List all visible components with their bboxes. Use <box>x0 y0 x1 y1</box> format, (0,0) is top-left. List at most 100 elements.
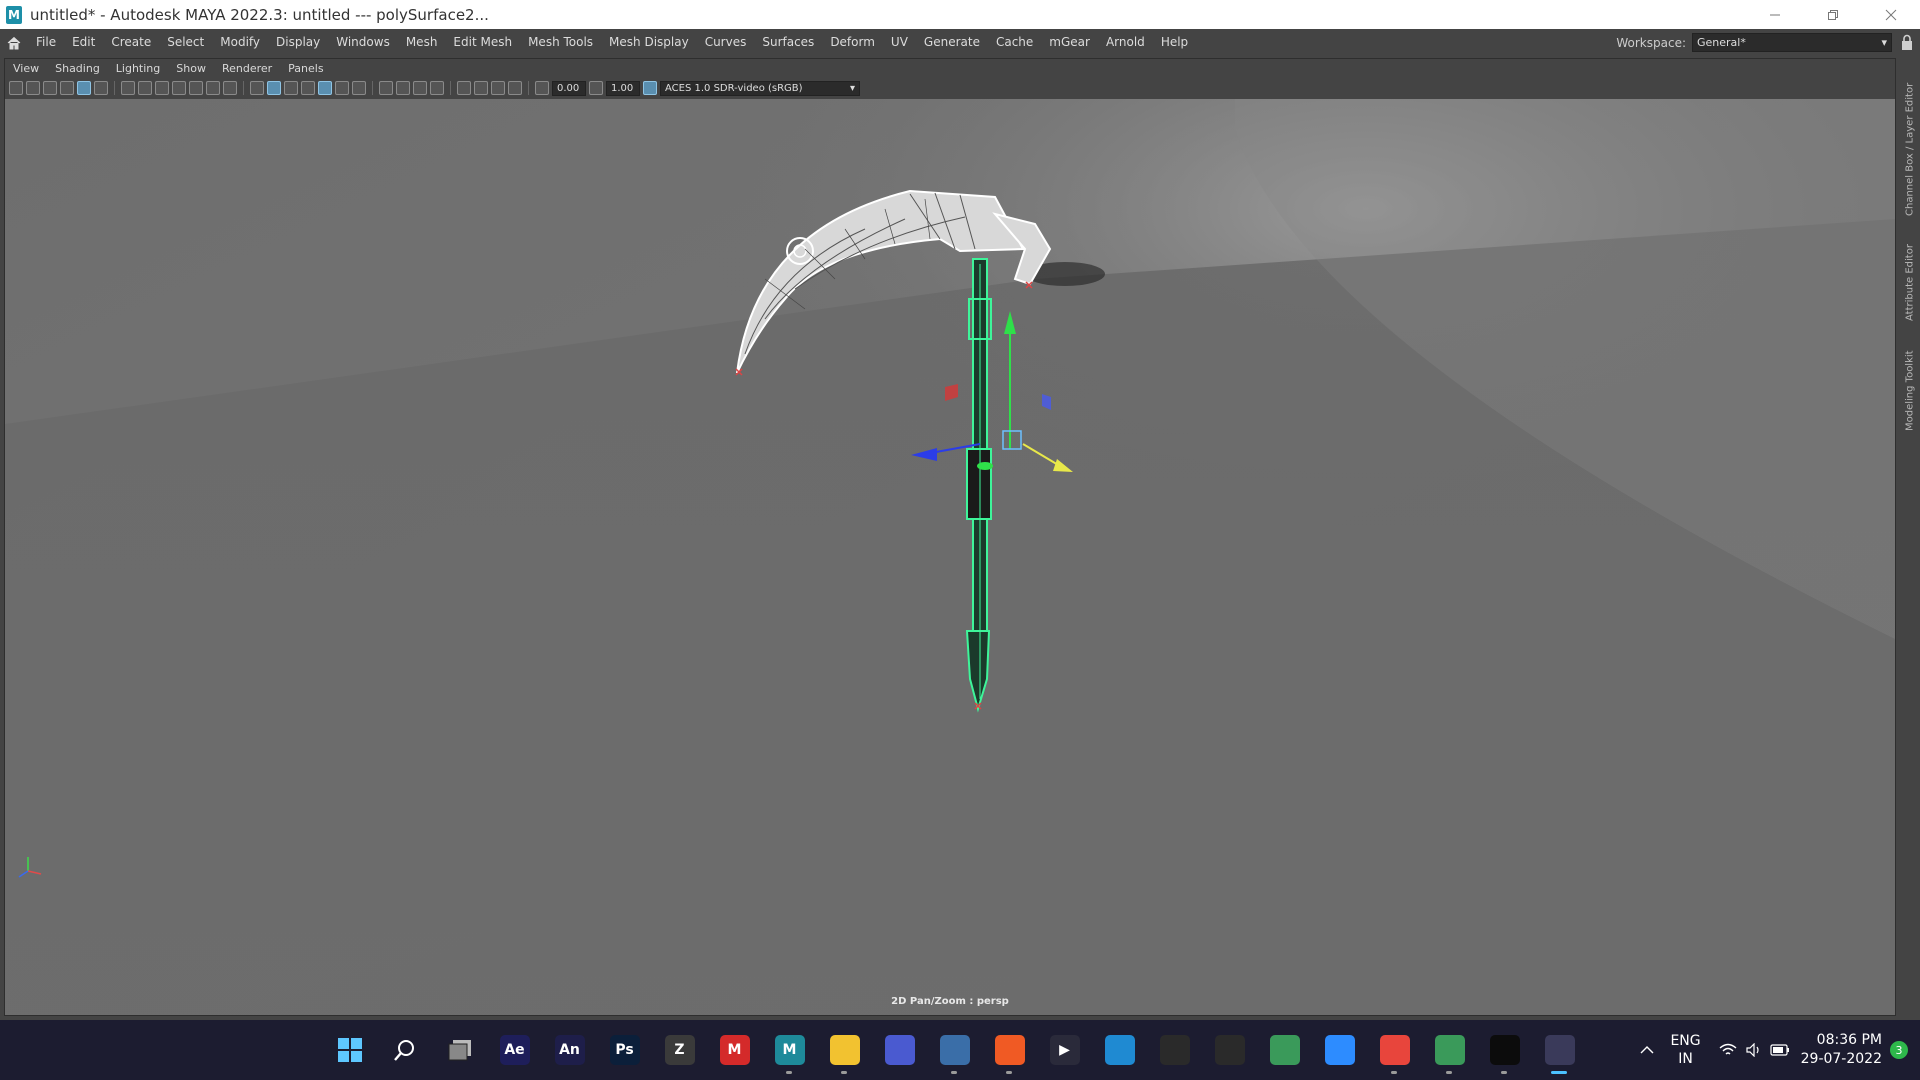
wireframe-icon[interactable] <box>250 81 264 95</box>
safe-action-icon[interactable] <box>206 81 220 95</box>
menu-windows[interactable]: Windows <box>328 29 398 56</box>
taskbar-task-manager[interactable] <box>927 1020 982 1080</box>
depth-of-field-icon[interactable] <box>430 81 444 95</box>
panel-menu-show[interactable]: Show <box>168 62 214 75</box>
language-indicator[interactable]: ENG IN <box>1670 1032 1700 1068</box>
smooth-shade-icon[interactable] <box>267 81 281 95</box>
menu-generate[interactable]: Generate <box>916 29 988 56</box>
wifi-button[interactable] <box>1715 1043 1741 1057</box>
view-transform-icon[interactable] <box>643 81 657 95</box>
menu-display[interactable]: Display <box>268 29 328 56</box>
lock-icon[interactable] <box>1900 34 1914 51</box>
show-hidden-icons-button[interactable] <box>1634 1045 1660 1055</box>
taskbar-unity-hub[interactable] <box>1147 1020 1202 1080</box>
wireframe-on-shaded-icon[interactable] <box>301 81 315 95</box>
taskbar-unity[interactable] <box>1202 1020 1257 1080</box>
taskbar-search[interactable] <box>377 1020 432 1080</box>
tab-attribute-editor[interactable]: Attribute Editor <box>1902 231 1918 321</box>
close-button[interactable] <box>1862 0 1920 29</box>
panel-menu-panels[interactable]: Panels <box>280 62 331 75</box>
viewport-canvas[interactable] <box>5 99 1895 1015</box>
color-space-dropdown[interactable]: ACES 1.0 SDR-video (sRGB) ▾ <box>660 80 860 96</box>
taskbar-file-explorer[interactable] <box>817 1020 872 1080</box>
taskbar-vs-code[interactable] <box>1092 1020 1147 1080</box>
exposure-icon[interactable] <box>535 81 549 95</box>
taskbar-chrome[interactable] <box>1367 1020 1422 1080</box>
menu-mesh-display[interactable]: Mesh Display <box>601 29 697 56</box>
lights-icon[interactable] <box>335 81 349 95</box>
taskbar-whatsapp-web[interactable] <box>872 1020 927 1080</box>
menu-deform[interactable]: Deform <box>822 29 883 56</box>
resolution-gate-icon[interactable] <box>155 81 169 95</box>
motion-blur-icon[interactable] <box>396 81 410 95</box>
pan-zoom-icon[interactable] <box>77 81 91 95</box>
xray-icon[interactable] <box>474 81 488 95</box>
grease-pencil-icon[interactable] <box>94 81 108 95</box>
camera-attributes-icon[interactable] <box>26 81 40 95</box>
bookmark-icon[interactable] <box>43 81 57 95</box>
xray-joints-icon[interactable] <box>508 81 522 95</box>
taskbar-marmoset[interactable]: M <box>707 1020 762 1080</box>
tab-modeling-toolkit[interactable]: Modeling Toolkit <box>1902 341 1918 431</box>
shadows-icon[interactable] <box>352 81 366 95</box>
restore-button[interactable] <box>1804 0 1862 29</box>
xz-plane-handle[interactable] <box>977 462 993 470</box>
menu-mesh-tools[interactable]: Mesh Tools <box>520 29 601 56</box>
taskbar-atom-2[interactable] <box>1422 1020 1477 1080</box>
taskbar-zoom[interactable] <box>1312 1020 1367 1080</box>
menu-edit-mesh[interactable]: Edit Mesh <box>445 29 520 56</box>
gate-mask-icon[interactable] <box>172 81 186 95</box>
taskbar-brave[interactable] <box>982 1020 1037 1080</box>
camera-icon[interactable] <box>9 81 23 95</box>
exposure-field[interactable]: 0.00 <box>552 80 586 96</box>
menu-create[interactable]: Create <box>103 29 159 56</box>
taskbar-after-effects[interactable]: Ae <box>487 1020 542 1080</box>
home-button[interactable] <box>0 29 28 56</box>
gamma-icon[interactable] <box>589 81 603 95</box>
textured-icon[interactable] <box>318 81 332 95</box>
panel-menu-view[interactable]: View <box>5 62 47 75</box>
menu-mesh[interactable]: Mesh <box>398 29 446 56</box>
taskbar-terminal[interactable] <box>1477 1020 1532 1080</box>
taskbar-media-player[interactable]: ▶ <box>1037 1020 1092 1080</box>
perspective-viewport[interactable]: 2D Pan/Zoom : persp <box>5 99 1895 1015</box>
anti-aliasing-icon[interactable] <box>413 81 427 95</box>
tab-channel-box[interactable]: Channel Box / Layer Editor <box>1902 66 1918 216</box>
image-plane-icon[interactable] <box>60 81 74 95</box>
clock-button[interactable]: 08:36 PM 29-07-2022 <box>1801 1031 1882 1069</box>
taskbar-start[interactable] <box>322 1020 377 1080</box>
volume-button[interactable] <box>1741 1043 1767 1057</box>
field-chart-icon[interactable] <box>189 81 203 95</box>
taskbar-photoshop[interactable]: Ps <box>597 1020 652 1080</box>
xray-active-icon[interactable] <box>491 81 505 95</box>
taskbar-task-view[interactable] <box>432 1020 487 1080</box>
menu-cache[interactable]: Cache <box>988 29 1041 56</box>
battery-button[interactable] <box>1767 1044 1793 1056</box>
taskbar-animate[interactable]: An <box>542 1020 597 1080</box>
taskbar-atom[interactable] <box>1257 1020 1312 1080</box>
menu-arnold[interactable]: Arnold <box>1098 29 1153 56</box>
isolate-select-icon[interactable] <box>457 81 471 95</box>
menu-uv[interactable]: UV <box>883 29 916 56</box>
menu-modify[interactable]: Modify <box>212 29 268 56</box>
taskbar-snipping-tool[interactable] <box>1532 1020 1587 1080</box>
panel-menu-lighting[interactable]: Lighting <box>108 62 168 75</box>
film-gate-icon[interactable] <box>138 81 152 95</box>
safe-title-icon[interactable] <box>223 81 237 95</box>
panel-menu-renderer[interactable]: Renderer <box>214 62 280 75</box>
workspace-dropdown[interactable]: General* ▾ <box>1692 33 1892 52</box>
ambient-occlusion-icon[interactable] <box>379 81 393 95</box>
menu-surfaces[interactable]: Surfaces <box>754 29 822 56</box>
taskbar-zbrush[interactable]: Z <box>652 1020 707 1080</box>
notification-badge[interactable]: 3 <box>1890 1041 1908 1059</box>
menu-select[interactable]: Select <box>159 29 212 56</box>
gamma-field[interactable]: 1.00 <box>606 80 640 96</box>
menu-help[interactable]: Help <box>1153 29 1196 56</box>
default-material-icon[interactable] <box>284 81 298 95</box>
menu-file[interactable]: File <box>28 29 64 56</box>
menu-mgear[interactable]: mGear <box>1041 29 1098 56</box>
taskbar-maya[interactable]: M <box>762 1020 817 1080</box>
menu-edit[interactable]: Edit <box>64 29 103 56</box>
minimize-button[interactable] <box>1746 0 1804 29</box>
panel-menu-shading[interactable]: Shading <box>47 62 108 75</box>
